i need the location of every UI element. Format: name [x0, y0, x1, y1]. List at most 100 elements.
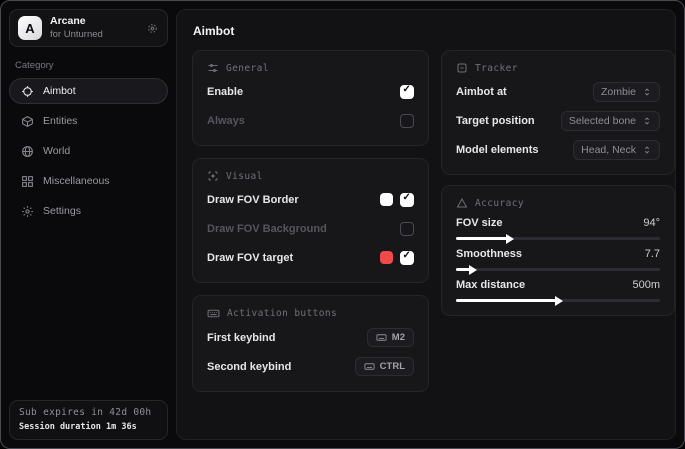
sidebar-item-miscellaneous[interactable]: Miscellaneous [9, 168, 168, 194]
accuracy-card: Accuracy FOV size 94° [441, 185, 675, 316]
section-title: Activation buttons [227, 308, 337, 319]
section-title: General [226, 63, 269, 74]
unfold-icon [642, 145, 652, 155]
max-distance-label: Max distance [456, 279, 525, 291]
subscription-info-card: Sub expires in 42d 00h Session duration … [9, 400, 168, 440]
fov-target-label: Draw FOV target [207, 252, 293, 264]
general-card: General Enable Always [192, 50, 429, 146]
section-title: Visual [226, 171, 263, 182]
fov-background-label: Draw FOV Background [207, 223, 327, 235]
right-column: Tracker Aimbot at Zombie Target position [441, 50, 675, 316]
sidebar-item-aimbot[interactable]: Aimbot [9, 78, 168, 104]
accuracy-header: Accuracy [456, 197, 660, 209]
fov-size-slider[interactable] [456, 237, 660, 240]
slider-thumb[interactable] [469, 265, 477, 275]
general-header: General [207, 62, 414, 74]
second-keybind-row: Second keybind CTRL [207, 355, 414, 378]
sidebar-item-settings[interactable]: Settings [9, 198, 168, 224]
main-panel: Aimbot General Enable [176, 9, 676, 440]
category-label: Category [15, 60, 168, 71]
smoothness-slider[interactable] [456, 268, 660, 271]
sidebar-item-label: Aimbot [43, 85, 76, 97]
second-keybind-value: CTRL [380, 361, 405, 372]
always-row: Always [207, 109, 414, 132]
second-keybind-label: Second keybind [207, 361, 291, 373]
slider-thumb[interactable] [506, 234, 514, 244]
enable-row: Enable [207, 80, 414, 103]
section-title: Accuracy [475, 198, 524, 209]
app-window: A Arcane for Unturned Category Aimbot [0, 0, 685, 449]
sidebar-item-entities[interactable]: Entities [9, 108, 168, 134]
globe-icon [21, 145, 34, 158]
sub-expiry-text: Sub expires in 42d 00h [19, 407, 158, 418]
smoothness-label: Smoothness [456, 248, 522, 260]
keyboard-icon [207, 307, 220, 320]
app-subtitle: for Unturned [50, 30, 138, 40]
max-distance-slider[interactable] [456, 299, 660, 302]
max-distance-group: Max distance 500m [456, 279, 660, 302]
enable-label: Enable [207, 86, 243, 98]
target-position-select[interactable]: Selected bone [561, 111, 660, 131]
enable-checkbox[interactable] [400, 85, 414, 99]
model-elements-select[interactable]: Head, Neck [573, 140, 660, 160]
sidebar-item-world[interactable]: World [9, 138, 168, 164]
grid-icon [21, 175, 34, 188]
fov-background-row: Draw FOV Background [207, 217, 414, 240]
sidebar-item-label: World [43, 145, 70, 157]
fov-border-color-swatch[interactable] [380, 193, 393, 206]
slider-fill [456, 299, 558, 302]
sidebar: A Arcane for Unturned Category Aimbot [1, 1, 176, 448]
left-column: General Enable Always [192, 50, 429, 392]
triangle-icon [456, 197, 468, 209]
gear-icon[interactable] [146, 22, 159, 35]
box-minus-icon [456, 62, 468, 74]
always-label: Always [207, 115, 245, 127]
brand-text: Arcane for Unturned [50, 16, 138, 40]
sidebar-item-label: Entities [43, 115, 77, 127]
unfold-icon [642, 87, 652, 97]
model-elements-value: Head, Neck [581, 144, 636, 156]
target-position-value: Selected bone [569, 115, 636, 127]
scan-icon [207, 170, 219, 182]
sidebar-item-label: Settings [43, 205, 81, 217]
aimbot-at-label: Aimbot at [456, 86, 507, 98]
app-name: Arcane [50, 16, 138, 28]
activation-card: Activation buttons First keybind M2 Seco… [192, 295, 429, 392]
fov-background-checkbox[interactable] [400, 222, 414, 236]
visual-card: Visual Draw FOV Border Draw FOV Backgrou… [192, 158, 429, 283]
tracker-card: Tracker Aimbot at Zombie Target position [441, 50, 675, 175]
slider-fill [456, 237, 509, 240]
first-keybind-row: First keybind M2 [207, 326, 414, 349]
fov-size-group: FOV size 94° [456, 217, 660, 240]
first-keybind-button[interactable]: M2 [367, 328, 414, 347]
fov-target-color-swatch[interactable] [380, 251, 393, 264]
smoothness-value: 7.7 [645, 248, 660, 260]
aimbot-at-value: Zombie [601, 86, 636, 98]
page-title: Aimbot [193, 24, 660, 38]
aimbot-at-select[interactable]: Zombie [593, 82, 660, 102]
slider-thumb[interactable] [555, 296, 563, 306]
always-checkbox[interactable] [400, 114, 414, 128]
fov-border-label: Draw FOV Border [207, 194, 299, 206]
crosshair-icon [21, 85, 34, 98]
fov-border-checkbox[interactable] [400, 193, 414, 207]
smoothness-group: Smoothness 7.7 [456, 248, 660, 271]
app-logo: A [18, 16, 42, 40]
fov-target-checkbox[interactable] [400, 251, 414, 265]
fov-size-value: 94° [643, 217, 660, 229]
tracker-header: Tracker [456, 62, 660, 74]
sliders-icon [207, 62, 219, 74]
keyboard-icon [364, 361, 375, 372]
second-keybind-button[interactable]: CTRL [355, 357, 414, 376]
visual-header: Visual [207, 170, 414, 182]
fov-target-row: Draw FOV target [207, 246, 414, 269]
sidebar-item-label: Miscellaneous [43, 175, 110, 187]
gear-icon [21, 205, 34, 218]
session-duration-text: Session duration 1m 36s [19, 422, 158, 432]
fov-size-label: FOV size [456, 217, 502, 229]
target-position-label: Target position [456, 115, 535, 127]
brand-card: A Arcane for Unturned [9, 9, 168, 47]
model-elements-label: Model elements [456, 144, 539, 156]
target-position-row: Target position Selected bone [456, 109, 660, 132]
content-columns: General Enable Always [192, 50, 660, 392]
